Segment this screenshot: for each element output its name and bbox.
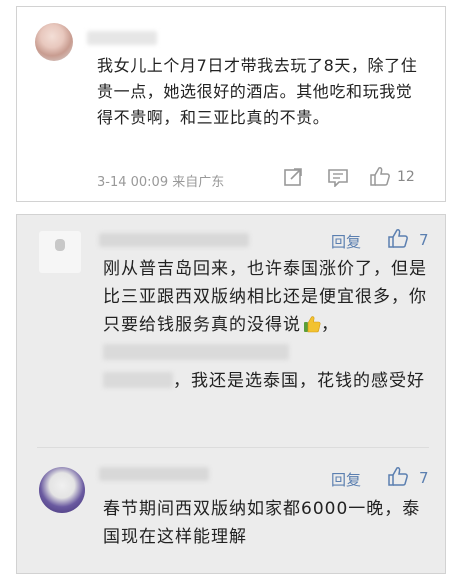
comment-card: 我女儿上个月7日才带我去玩了8天，除了住贵一点，她选很好的酒店。其他吃和玩我觉得… bbox=[16, 6, 446, 202]
comment-text: 我女儿上个月7日才带我去玩了8天，除了住贵一点，她选很好的酒店。其他吃和玩我觉得… bbox=[97, 56, 418, 127]
username-blurred[interactable] bbox=[87, 31, 157, 45]
screenshot-root: 我女儿上个月7日才带我去玩了8天，除了住贵一点，她选很好的酒店。其他吃和玩我觉得… bbox=[0, 0, 462, 582]
reply-username-blurred[interactable] bbox=[99, 467, 209, 481]
reply-avatar[interactable] bbox=[39, 467, 85, 513]
reply-like-count: 7 bbox=[419, 469, 429, 487]
avatar[interactable] bbox=[35, 23, 73, 61]
reply-button[interactable]: 回复 bbox=[331, 469, 361, 490]
thumbs-up-emoji-icon bbox=[304, 316, 321, 333]
reply-like-count: 7 bbox=[419, 231, 429, 249]
replies-card: 回复 7 刚从普吉岛回来，也许泰国涨价了，但是比三亚跟西双版纳相比还是便宜很多，… bbox=[16, 214, 446, 574]
reply-button[interactable]: 回复 bbox=[331, 231, 361, 252]
share-icon[interactable] bbox=[283, 167, 303, 187]
reply-text-part: ，我还是选泰国，花钱的感受好 bbox=[173, 371, 425, 391]
comment-icon[interactable] bbox=[327, 168, 349, 187]
like-count: 12 bbox=[397, 169, 415, 185]
thumbs-up-icon[interactable] bbox=[387, 227, 409, 249]
reply-text-part: 刚从普吉岛回来，也许泰国涨价了，但是比三亚跟西双版纳相比还是便宜很多，你只要给钱… bbox=[103, 259, 427, 335]
thumbs-up-icon[interactable] bbox=[387, 465, 409, 487]
blurred-text bbox=[103, 372, 173, 388]
reply-username-blurred[interactable] bbox=[99, 233, 249, 247]
reply-text-part: ， bbox=[321, 315, 339, 335]
thumbs-up-icon[interactable] bbox=[369, 165, 391, 187]
reply-avatar[interactable] bbox=[39, 231, 81, 273]
divider bbox=[37, 447, 429, 448]
reply-text: 春节期间西双版纳如家都6000一晚，泰国现在这样能理解 bbox=[103, 499, 421, 547]
comment-meta: 3-14 00:09 来自广东 bbox=[97, 175, 225, 190]
reply-text: 刚从普吉岛回来，也许泰国涨价了，但是比三亚跟西双版纳相比还是便宜很多，你只要给钱… bbox=[103, 255, 433, 395]
blurred-text bbox=[103, 344, 289, 360]
